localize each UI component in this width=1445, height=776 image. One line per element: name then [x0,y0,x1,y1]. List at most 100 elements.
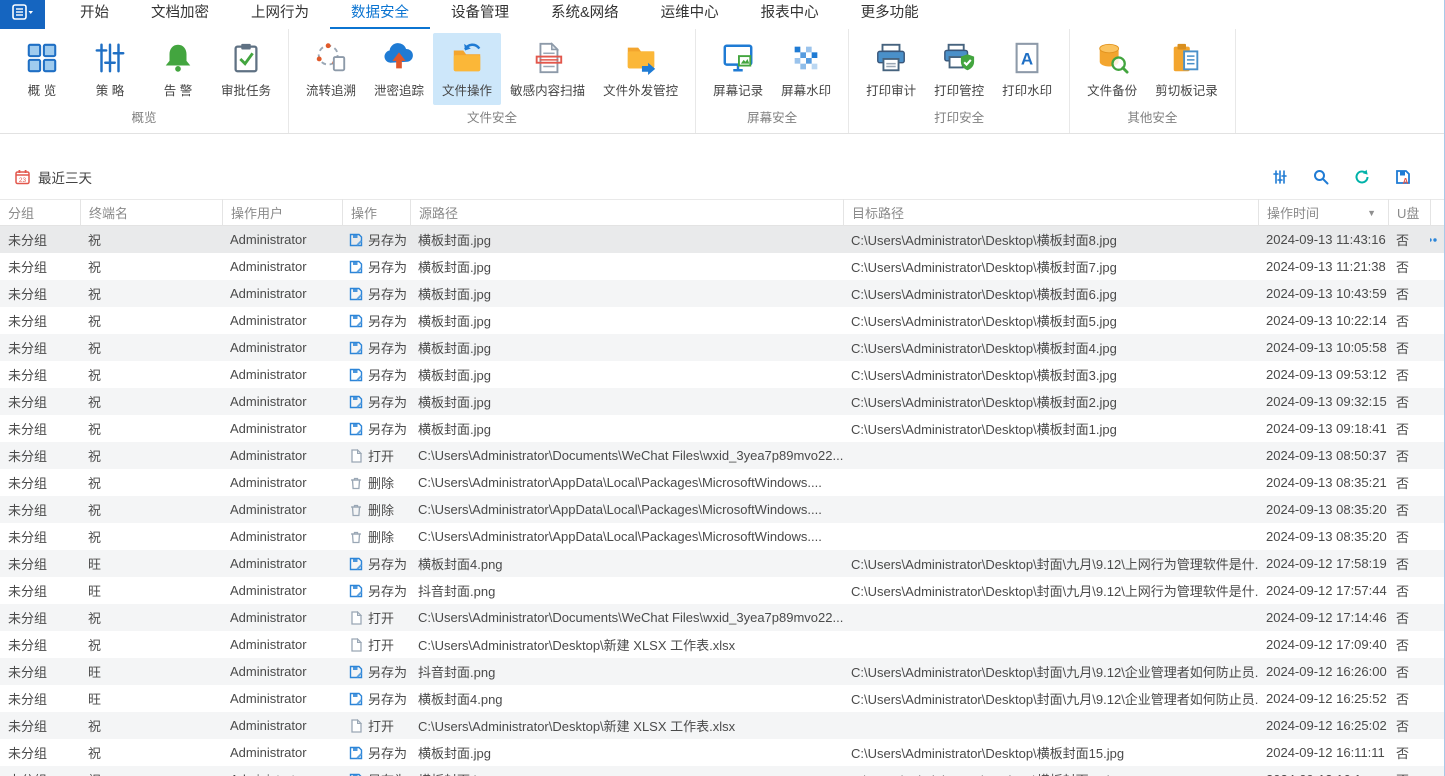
menu-tab-0[interactable]: 开始 [59,0,130,29]
terminal-cell: 祝 [80,284,222,303]
open-file-icon [349,611,363,625]
usb-cell: 否 [1388,446,1430,465]
table-row[interactable]: 未分组祝Administrator打开C:\Users\Administrato… [0,442,1444,469]
terminal-cell: 祝 [80,716,222,735]
table-row[interactable]: 未分组祝Administrator另存为横板封面.jpgC:\Users\Adm… [0,739,1444,766]
target-path-cell: C:\Users\Administrator\Desktop\横板封面1.jpg [843,419,1258,438]
refresh-button[interactable] [1354,169,1375,185]
clipboard-record-icon [1169,41,1203,75]
ribbon-button-print-control[interactable]: 打印管控 [925,33,993,105]
terminal-cell: 祝 [80,743,222,762]
open-file-icon [349,638,363,652]
menu-tab-3[interactable]: 数据安全 [330,0,430,29]
table-row[interactable]: 未分组祝Administrator另存为横板封面.jpgC:\Users\Adm… [0,361,1444,388]
row-actions-button[interactable] [1430,237,1444,243]
ribbon-button-file-outgoing[interactable]: 文件外发管控 [594,33,687,105]
table-row[interactable]: 未分组祝Administrator删除C:\Users\Administrato… [0,496,1444,523]
ribbon-button-alert-bell[interactable]: 告 警 [144,33,212,105]
time-cell: 2024-09-13 09:32:15 [1258,394,1388,409]
save-as-icon [349,260,363,274]
terminal-cell: 祝 [80,500,222,519]
table-row[interactable]: 未分组祝Administrator打开C:\Users\Administrato… [0,712,1444,739]
save-as-icon [349,557,363,571]
ribbon-button-policy-sliders[interactable]: 策 略 [76,33,144,105]
file-backup-icon [1095,41,1129,75]
table-row[interactable]: 未分组祝Administrator另存为横板封面.jpgC:\Users\Adm… [0,766,1444,776]
ribbon-button-print-watermark[interactable]: A打印水印 [993,33,1061,105]
operation-label: 删除 [368,527,394,546]
usb-cell: 否 [1388,743,1430,762]
operation-cell: 另存为 [342,581,410,600]
column-header-5[interactable]: 目标路径 [843,199,1258,226]
table-row[interactable]: 未分组祝Administrator打开C:\Users\Administrato… [0,631,1444,658]
ribbon-button-sensitive-scan[interactable]: 敏感内容扫描 [501,33,594,105]
column-header-7[interactable]: U盘 [1388,199,1430,226]
table-row[interactable]: 未分组祝Administrator另存为横板封面.jpgC:\Users\Adm… [0,415,1444,442]
table-row[interactable]: 未分组祝Administrator打开C:\Users\Administrato… [0,604,1444,631]
ribbon-button-overview-grid[interactable]: 概 览 [8,33,76,105]
menu-tab-5[interactable]: 系统&网络 [530,0,640,29]
save-as-icon [349,368,363,382]
table-row[interactable]: 未分组旺Administrator另存为横板封面4.pngC:\Users\Ad… [0,550,1444,577]
operation-cell: 打开 [342,446,410,465]
column-header-3[interactable]: 操作 [342,199,410,226]
column-header-0[interactable]: 分组 [0,199,80,226]
table-row[interactable]: 未分组祝Administrator删除C:\Users\Administrato… [0,523,1444,550]
table-row[interactable]: 未分组祝Administrator另存为横板封面.jpgC:\Users\Adm… [0,226,1444,253]
menu-tab-7[interactable]: 报表中心 [740,0,840,29]
column-header-1[interactable]: 终端名 [80,199,222,226]
menu-tab-2[interactable]: 上网行为 [230,0,330,29]
table-row[interactable]: 未分组祝Administrator另存为横板封面.jpgC:\Users\Adm… [0,253,1444,280]
ribbon-button-screen-watermark[interactable]: 屏幕水印 [772,33,840,105]
ribbon-button-flow-trace[interactable]: 流转追溯 [297,33,365,105]
table-row[interactable]: 未分组旺Administrator另存为横板封面4.pngC:\Users\Ad… [0,685,1444,712]
table-row[interactable]: 未分组旺Administrator另存为抖音封面.pngC:\Users\Adm… [0,577,1444,604]
ribbon-button-label: 剪切板记录 [1155,80,1218,99]
source-path-cell: 横板封面.jpg [410,392,843,411]
time-cell: 2024-09-12 17:57:44 [1258,583,1388,598]
column-header-label: U盘 [1397,203,1419,222]
ribbon-button-label: 屏幕水印 [781,80,831,99]
date-filter-button[interactable]: 23 最近三天 [14,167,92,187]
save-as-icon [349,395,363,409]
column-header-label: 操作用户 [231,203,283,222]
ribbon-button-screen-record[interactable]: 屏幕记录 [704,33,772,105]
app-logo-button[interactable] [0,0,45,29]
operation-label: 打开 [368,608,394,627]
target-path-cell: C:\Users\Administrator\Desktop\封面\九月\9.1… [843,689,1258,708]
column-header-label: 源路径 [419,203,458,222]
table-row[interactable]: 未分组祝Administrator删除C:\Users\Administrato… [0,469,1444,496]
table-row[interactable]: 未分组祝Administrator另存为横板封面.jpgC:\Users\Adm… [0,388,1444,415]
user-cell: Administrator [222,448,342,463]
table-row[interactable]: 未分组祝Administrator另存为横板封面.jpgC:\Users\Adm… [0,334,1444,361]
operation-cell: 另存为 [342,689,410,708]
group-cell: 未分组 [0,284,80,303]
column-header-4[interactable]: 源路径 [410,199,843,226]
time-cell: 2024-09-13 11:43:16 [1258,232,1388,247]
table-row[interactable]: 未分组祝Administrator另存为横板封面.jpgC:\Users\Adm… [0,307,1444,334]
menu-tab-1[interactable]: 文档加密 [130,0,230,29]
save-as-icon [349,287,363,301]
export-button[interactable]: A [1395,169,1416,185]
column-header-6[interactable]: 操作时间▼ [1258,199,1388,226]
ribbon-button-print-audit[interactable]: 打印审计 [857,33,925,105]
column-header-2[interactable]: 操作用户 [222,199,342,226]
menu-tab-6[interactable]: 运维中心 [640,0,740,29]
ribbon-button-leak-upload[interactable]: 泄密追踪 [365,33,433,105]
table-row[interactable]: 未分组旺Administrator另存为抖音封面.pngC:\Users\Adm… [0,658,1444,685]
table-row[interactable]: 未分组祝Administrator另存为横板封面.jpgC:\Users\Adm… [0,280,1444,307]
menu-tab-4[interactable]: 设备管理 [430,0,530,29]
search-button[interactable] [1313,169,1334,185]
user-cell: Administrator [222,664,342,679]
ribbon-button-file-backup[interactable]: 文件备份 [1078,33,1146,105]
time-cell: 2024-09-12 16:11:11 [1258,745,1388,760]
target-path-cell: C:\Users\Administrator\Desktop\封面\九月\9.1… [843,662,1258,681]
ribbon-button-clipboard-record[interactable]: 剪切板记录 [1146,33,1227,105]
ribbon-button-file-operation[interactable]: 文件操作 [433,33,501,105]
approval-clipboard-icon [229,41,263,75]
terminal-cell: 旺 [80,581,222,600]
policy-small-button[interactable] [1272,169,1293,185]
menu-tab-8[interactable]: 更多功能 [840,0,940,29]
ribbon-group-buttons: 屏幕记录屏幕水印 [704,29,840,105]
ribbon-button-approval-clipboard[interactable]: 审批任务 [212,33,280,105]
